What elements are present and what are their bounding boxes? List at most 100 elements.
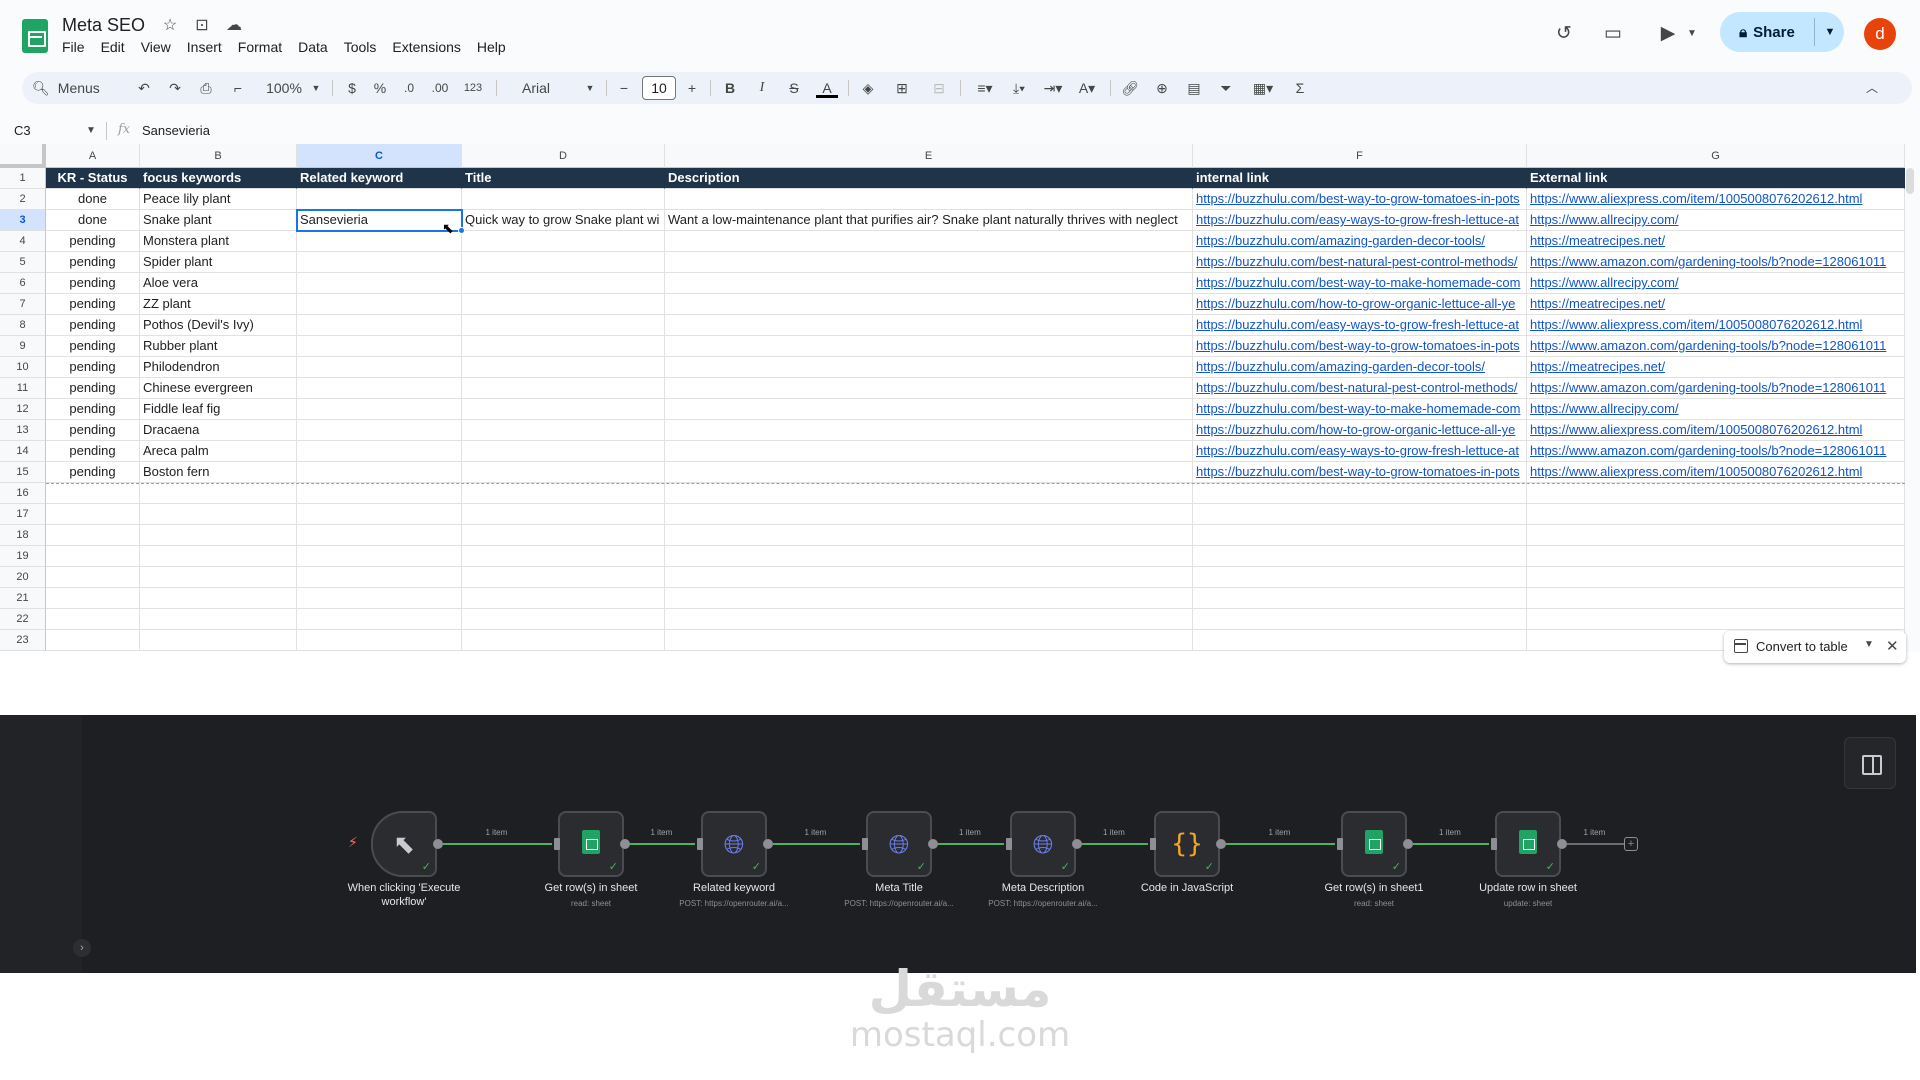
workflow-connection[interactable]: [1082, 843, 1148, 845]
link-cell[interactable]: https://www.amazon.com/gardening-tools/b…: [1527, 252, 1905, 273]
link-cell[interactable]: https://buzzhulu.com/best-natural-pest-c…: [1193, 252, 1527, 273]
menu-item-help[interactable]: Help: [477, 39, 513, 55]
input-handle[interactable]: [554, 838, 560, 850]
link-cell[interactable]: https://buzzhulu.com/best-natural-pest-c…: [1193, 378, 1527, 399]
menu-item-data[interactable]: Data: [298, 39, 335, 55]
output-handle[interactable]: [620, 839, 630, 849]
empty-cell[interactable]: [46, 609, 140, 630]
empty-cell[interactable]: [140, 546, 297, 567]
menu-item-edit[interactable]: Edit: [101, 39, 132, 55]
empty-cell[interactable]: [1193, 504, 1527, 525]
table-cell[interactable]: [665, 252, 1193, 273]
menu-item-view[interactable]: View: [141, 39, 178, 55]
table-cell[interactable]: [462, 315, 665, 336]
empty-cell[interactable]: [462, 609, 665, 630]
workflow-node[interactable]: 🌐︎ ✓: [1006, 811, 1082, 877]
column-header-d[interactable]: D: [462, 144, 665, 168]
link-cell[interactable]: https://buzzhulu.com/easy-ways-to-grow-f…: [1193, 441, 1527, 462]
workflow-connection[interactable]: [773, 843, 860, 845]
table-cell[interactable]: pending: [46, 294, 140, 315]
empty-cell[interactable]: [462, 483, 665, 504]
table-cell[interactable]: Areca palm: [140, 441, 297, 462]
table-cell[interactable]: [462, 273, 665, 294]
zoom-select[interactable]: 100%: [262, 78, 306, 98]
table-cell[interactable]: [297, 462, 462, 483]
font-select[interactable]: Arial: [522, 78, 562, 98]
zoom-chevron-icon[interactable]: ▼: [310, 78, 322, 98]
table-cell[interactable]: [462, 252, 665, 273]
text-rotation-icon[interactable]: A▾: [1072, 78, 1102, 98]
input-handle[interactable]: [862, 838, 868, 850]
empty-cell[interactable]: [140, 630, 297, 651]
empty-cell[interactable]: [665, 483, 1193, 504]
row-header-8[interactable]: 8: [0, 315, 46, 336]
input-handle[interactable]: [1491, 838, 1497, 850]
link-cell[interactable]: https://www.aliexpress.com/item/10050080…: [1527, 462, 1905, 483]
empty-cell[interactable]: [46, 546, 140, 567]
table-cell[interactable]: [297, 399, 462, 420]
print-icon[interactable]: ⎙: [196, 78, 216, 98]
empty-cell[interactable]: [46, 588, 140, 609]
empty-cell[interactable]: [462, 525, 665, 546]
output-handle[interactable]: [1216, 839, 1226, 849]
table-cell[interactable]: pending: [46, 315, 140, 336]
empty-cell[interactable]: [46, 504, 140, 525]
row-header-5[interactable]: 5: [0, 252, 46, 273]
table-cell[interactable]: done: [46, 189, 140, 210]
empty-cell[interactable]: [297, 567, 462, 588]
row-header-19[interactable]: 19: [0, 546, 46, 567]
close-icon[interactable]: ✕: [1886, 637, 1899, 655]
empty-cell[interactable]: [297, 630, 462, 651]
font-size-plus-icon[interactable]: +: [684, 78, 700, 98]
empty-cell[interactable]: [665, 609, 1193, 630]
convert-to-table-chip[interactable]: Convert to table ▼ ✕: [1724, 631, 1906, 663]
column-header-f[interactable]: F: [1193, 144, 1527, 168]
row-header-3[interactable]: 3: [0, 210, 46, 231]
table-cell[interactable]: [665, 294, 1193, 315]
name-box-chevron-icon[interactable]: ▼: [86, 120, 96, 142]
font-size-input[interactable]: 10: [642, 76, 676, 100]
table-cell[interactable]: pending: [46, 273, 140, 294]
table-cell[interactable]: Peace lily plant: [140, 189, 297, 210]
cloud-status-icon[interactable]: ☁: [224, 16, 244, 36]
workflow-node[interactable]: ✓: [554, 811, 630, 877]
document-title[interactable]: Meta SEO: [62, 15, 145, 36]
table-cell[interactable]: [665, 231, 1193, 252]
table-cell[interactable]: pending: [46, 441, 140, 462]
empty-cell[interactable]: [665, 630, 1193, 651]
link-cell[interactable]: https://buzzhulu.com/easy-ways-to-grow-f…: [1193, 315, 1527, 336]
empty-cell[interactable]: [1193, 630, 1527, 651]
row-header-11[interactable]: 11: [0, 378, 46, 399]
workflow-connection[interactable]: [1226, 843, 1335, 845]
empty-cell[interactable]: [1193, 588, 1527, 609]
table-cell[interactable]: pending: [46, 252, 140, 273]
increase-decimal-button[interactable]: .00: [426, 78, 454, 98]
table-cell[interactable]: pending: [46, 231, 140, 252]
strikethrough-button[interactable]: S: [784, 78, 804, 98]
table-cell[interactable]: Monstera plant: [140, 231, 297, 252]
link-cell[interactable]: https://buzzhulu.com/best-way-to-grow-to…: [1193, 189, 1527, 210]
row-header-4[interactable]: 4: [0, 231, 46, 252]
workflow-node[interactable]: {} ✓: [1150, 811, 1226, 877]
link-cell[interactable]: https://www.amazon.com/gardening-tools/b…: [1527, 336, 1905, 357]
menu-item-tools[interactable]: Tools: [344, 39, 384, 55]
column-header-a[interactable]: A: [46, 144, 140, 168]
link-cell[interactable]: https://meatrecipes.net/: [1527, 231, 1905, 252]
table-cell[interactable]: [297, 420, 462, 441]
menu-item-extensions[interactable]: Extensions: [392, 39, 467, 55]
empty-cell[interactable]: [140, 567, 297, 588]
empty-cell[interactable]: [1193, 546, 1527, 567]
row-header-9[interactable]: 9: [0, 336, 46, 357]
convert-dropdown-chevron-icon[interactable]: ▼: [1864, 639, 1874, 650]
table-cell[interactable]: [462, 399, 665, 420]
table-cell[interactable]: Boston fern: [140, 462, 297, 483]
row-header-17[interactable]: 17: [0, 504, 46, 525]
menu-item-insert[interactable]: Insert: [187, 39, 229, 55]
row-header-6[interactable]: 6: [0, 273, 46, 294]
link-cell[interactable]: https://buzzhulu.com/best-way-to-make-ho…: [1193, 399, 1527, 420]
text-color-button[interactable]: A: [816, 78, 838, 98]
collapse-toolbar-icon[interactable]: ︿: [1862, 78, 1882, 98]
table-cell[interactable]: [665, 462, 1193, 483]
link-cell[interactable]: https://www.allrecipy.com/: [1527, 399, 1905, 420]
link-cell[interactable]: https://meatrecipes.net/: [1527, 357, 1905, 378]
